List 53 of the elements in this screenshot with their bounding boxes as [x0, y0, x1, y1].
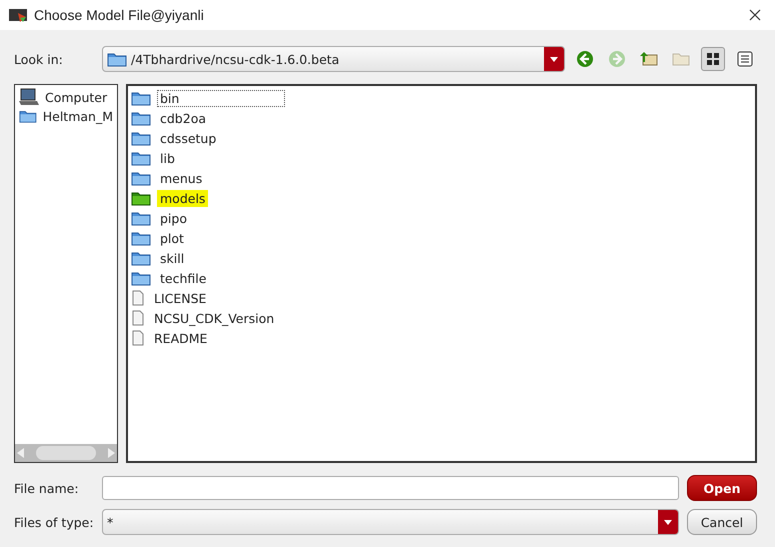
- folder-up-icon: [639, 51, 659, 67]
- close-icon: [749, 8, 761, 20]
- computer-icon: [19, 88, 39, 106]
- open-button[interactable]: Open: [687, 475, 757, 501]
- file-name-label: File name:: [14, 480, 80, 496]
- folder-icon: [107, 51, 127, 67]
- app-icon: [8, 7, 28, 23]
- grid-view-icon: [706, 52, 720, 66]
- file-list-item[interactable]: models: [157, 190, 208, 206]
- file-list-item[interactable]: techfile: [157, 270, 210, 286]
- file-type-label: Files of type:: [14, 514, 94, 530]
- file-list-item[interactable]: lib: [157, 150, 178, 166]
- file-name-field[interactable]: [102, 476, 679, 500]
- sidebar-item[interactable]: Heltman_M: [19, 108, 113, 124]
- scroll-right-icon: [105, 447, 117, 459]
- file-list-item[interactable]: pipo: [157, 210, 190, 226]
- sidebar-item[interactable]: Computer: [19, 88, 113, 106]
- folder-icon: [131, 270, 151, 286]
- folder-icon: [19, 108, 37, 124]
- icon-view-button[interactable]: [701, 47, 725, 71]
- horizontal-scrollbar[interactable]: [15, 444, 117, 462]
- folder-icon: [131, 170, 151, 186]
- file-type-dropdown[interactable]: *: [102, 509, 679, 535]
- scroll-left-icon: [15, 447, 27, 459]
- folder-icon: [131, 90, 151, 106]
- folder-icon: [131, 110, 151, 126]
- folder-icon: [131, 250, 151, 266]
- folder-icon: [131, 230, 151, 246]
- folder-icon: [131, 150, 151, 166]
- file-list-item[interactable]: plot: [157, 230, 187, 246]
- file-list-item[interactable]: bin: [157, 90, 285, 106]
- file-icon: [131, 290, 145, 306]
- file-icon: [131, 330, 145, 346]
- folder-icon: [131, 210, 151, 226]
- file-icon: [131, 310, 145, 326]
- scroll-thumb[interactable]: [36, 446, 96, 460]
- file-list-item[interactable]: NCSU_CDK_Version: [151, 310, 278, 326]
- file-list-item[interactable]: cdb2oa: [157, 110, 210, 126]
- dropdown-caret-icon: [664, 520, 672, 524]
- folder-icon: [131, 130, 151, 146]
- folder-icon: [131, 190, 151, 206]
- window-title: Choose Model File@yiyanli: [34, 7, 205, 23]
- folder-icon: [671, 51, 691, 67]
- file-list-item[interactable]: LICENSE: [151, 290, 210, 306]
- list-view-icon: [737, 51, 753, 67]
- cancel-button[interactable]: Cancel: [687, 509, 757, 535]
- file-list-item[interactable]: menus: [157, 170, 206, 186]
- dropdown-caret-icon: [550, 56, 558, 62]
- look-in-label: Look in:: [14, 52, 64, 66]
- file-list-item[interactable]: README: [151, 330, 210, 346]
- look-in-dropdown[interactable]: /4Tbhardrive/ncsu-cdk-1.6.0.beta: [102, 46, 565, 72]
- file-list-item[interactable]: cdssetup: [157, 130, 220, 146]
- file-list-item[interactable]: skill: [157, 250, 188, 266]
